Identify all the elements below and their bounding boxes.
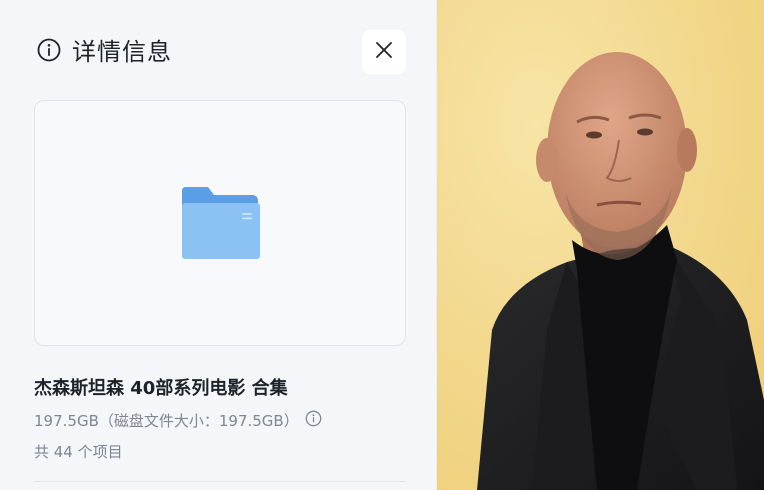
info-circle-icon[interactable] — [305, 410, 322, 431]
folder-preview — [34, 100, 406, 346]
item-count: 共 44 个项目 — [34, 443, 123, 461]
size-row: 197.5GB（磁盘文件大小：197.5GB） — [34, 410, 322, 431]
file-name: 杰森斯坦森 40部系列电影 合集 — [34, 378, 288, 399]
folder-icon — [180, 187, 260, 261]
panel-title: 详情信息 — [72, 38, 172, 66]
divider — [34, 481, 406, 482]
info-circle-icon — [36, 37, 62, 63]
close-icon — [374, 40, 394, 64]
details-panel: 详情信息 杰森斯坦森 40部系列电影 合集 197.5GB（磁盘文件大小：197… — [0, 0, 437, 490]
portrait-photo — [437, 0, 764, 490]
size-text: 197.5GB（磁盘文件大小：197.5GB） — [34, 412, 299, 430]
panel-header: 详情信息 — [36, 32, 172, 67]
close-button[interactable] — [362, 30, 406, 74]
